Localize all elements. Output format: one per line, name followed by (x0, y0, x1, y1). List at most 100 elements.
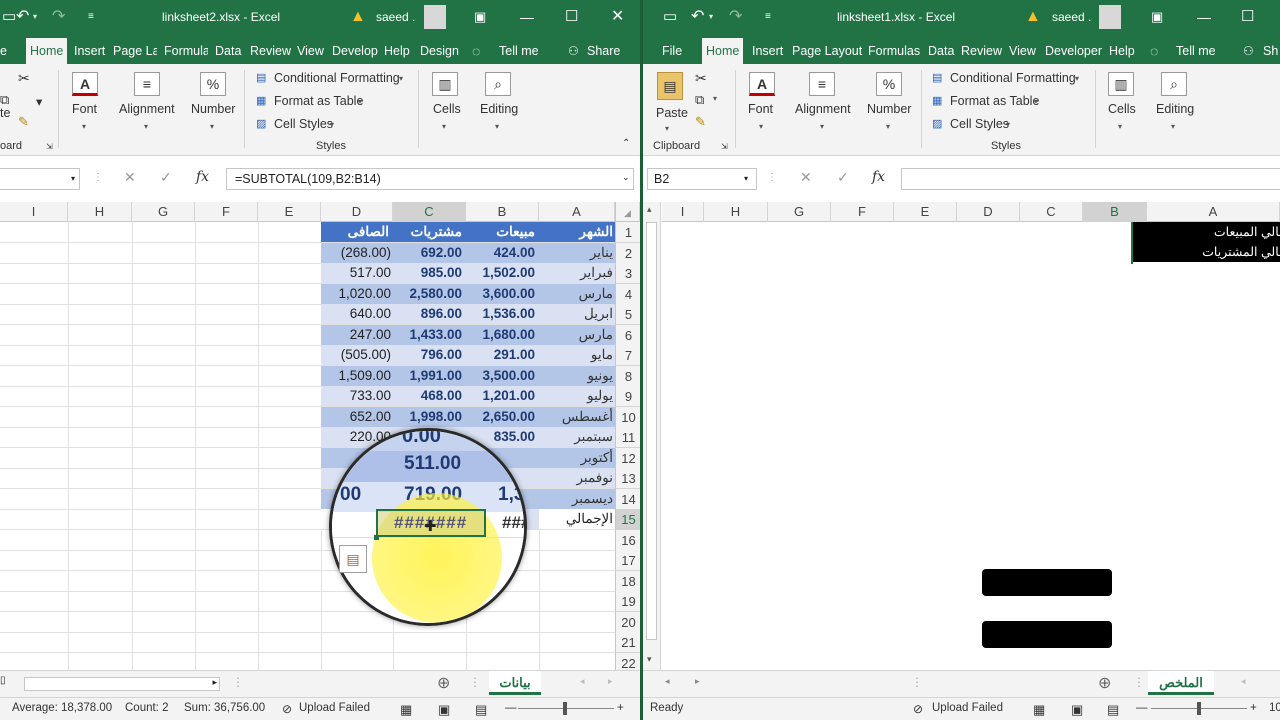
zoom-out-icon[interactable]: — (505, 702, 517, 714)
tab-home[interactable]: Home (26, 38, 68, 64)
col-header-i[interactable]: I (0, 202, 68, 222)
cell-d-row4[interactable]: 1,020.00 (321, 283, 393, 304)
tab-developer[interactable]: Develop (332, 38, 378, 64)
cancel-icon[interactable]: ✕ (124, 169, 136, 186)
row-header-2[interactable]: 2 (615, 242, 640, 264)
cell-styles-button[interactable]: Cell Styles (274, 117, 333, 131)
cells-icon[interactable]: ▥ (1108, 72, 1134, 96)
normal-view-icon[interactable]: ▦ (1033, 702, 1045, 718)
number-group-button[interactable]: Number (191, 102, 235, 116)
font-group-button[interactable]: Font (748, 102, 773, 116)
save-icon[interactable]: ▭ (2, 0, 16, 34)
status-upload-failed[interactable]: Upload Failed (299, 702, 370, 714)
name-box[interactable]: ▾ (0, 168, 80, 190)
cell-a-row22[interactable] (539, 653, 615, 671)
worksheet-grid[interactable]: الصافى مشتريات مبيعات الشهر 1 (268.00) 692.00 4… (0, 222, 640, 670)
cell-a-row11[interactable]: سبتمبر (539, 427, 615, 447)
cell-c-row2[interactable]: 692.00 (393, 242, 466, 263)
row-header-15[interactable]: 15 (615, 509, 640, 530)
cell-a-row20[interactable] (539, 612, 615, 632)
row-header-14[interactable]: 14 (615, 488, 640, 510)
cell-c-row10[interactable]: 1,998.00 (393, 406, 466, 427)
cell-d-row7[interactable]: (505.00) (321, 345, 393, 365)
tab-developer[interactable]: Developer (1045, 38, 1102, 64)
tab-page-layout[interactable]: Page Layout (792, 38, 862, 64)
undo-icon[interactable]: ↶ (16, 0, 29, 34)
dialog-launcher-icon[interactable]: ⇲ (721, 142, 728, 151)
row-header-5[interactable]: 5 (615, 304, 640, 325)
cell-b-row6[interactable]: 1,680.00 (466, 324, 539, 345)
tab-design[interactable]: Design (420, 38, 459, 64)
tab-data[interactable]: Data (215, 38, 241, 64)
cell-a-row18[interactable] (539, 571, 615, 591)
cell-b-row4[interactable]: 3,600.00 (466, 283, 539, 304)
paste-icon[interactable]: ▤ (657, 72, 683, 100)
share-button[interactable]: Sh (1263, 38, 1278, 64)
col-header-c[interactable]: C (393, 202, 466, 222)
scroll-right-icon[interactable]: ▸ (695, 676, 700, 687)
minimize-icon[interactable]: — (1197, 0, 1211, 34)
cell-b-row2[interactable]: 424.00 (466, 242, 539, 263)
cell-c-row4[interactable]: 2,580.00 (393, 283, 466, 304)
cell-b-row8[interactable]: 3,500.00 (466, 365, 539, 386)
undo-dropdown-icon[interactable]: ▾ (33, 0, 37, 34)
maximize-icon[interactable]: ☐ (565, 0, 578, 34)
close-icon[interactable]: ✕ (611, 0, 624, 34)
font-color-icon[interactable]: A (749, 72, 775, 96)
paste-label[interactable]: te (0, 106, 10, 120)
sheet-tab-data[interactable]: بيانات (489, 671, 541, 695)
row-header-20[interactable]: 20 (615, 611, 640, 633)
select-all-corner[interactable]: ◢ (615, 202, 640, 222)
format-as-table-button[interactable]: Format as Table (950, 94, 1039, 108)
cell-b-row9[interactable]: 1,201.00 (466, 386, 539, 406)
cell-a-row5[interactable]: ابريل (539, 304, 615, 324)
row-header-10[interactable]: 10 (615, 406, 640, 428)
cell-d-row22[interactable] (321, 653, 393, 671)
zoom-level[interactable]: 10 (1269, 702, 1280, 714)
cell-b-row3[interactable]: 1,502.00 (466, 263, 539, 283)
tab-file[interactable]: File (662, 38, 682, 64)
col-header-h[interactable]: H (68, 202, 132, 222)
name-box-dropdown-icon[interactable]: ▾ (744, 174, 748, 183)
alignment-group-button[interactable]: Alignment (795, 102, 851, 116)
conditional-formatting-button[interactable]: Conditional Formatting (950, 71, 1076, 85)
formula-input[interactable] (901, 168, 1280, 190)
cell-a-row21[interactable] (539, 632, 615, 652)
row-header-9[interactable]: 9 (615, 386, 640, 407)
row-header-1[interactable]: 1 (615, 222, 640, 243)
cell-b-row10[interactable]: 2,650.00 (466, 406, 539, 427)
cell-a-row14[interactable]: ديسمبر (539, 488, 615, 509)
row-header-22[interactable]: 22 (615, 652, 640, 670)
alignment-icon[interactable]: ≡ (134, 72, 160, 96)
tab-formulas[interactable]: Formula (164, 38, 208, 64)
col-header-g[interactable]: G (132, 202, 195, 222)
collapse-ribbon-icon[interactable]: ⌃ (622, 138, 630, 149)
cell-a-row9[interactable]: يوليو (539, 386, 615, 406)
cell-a-row19[interactable] (539, 591, 615, 611)
expand-formula-icon[interactable]: ⌄ (622, 172, 630, 183)
sheet-tab-summary[interactable]: الملخص (1148, 671, 1214, 695)
cut-icon[interactable]: ✂ (18, 70, 30, 87)
tab-insert[interactable]: Insert (74, 38, 105, 64)
editing-group-button[interactable]: Editing (480, 102, 518, 116)
col-header-c[interactable]: C (1020, 202, 1083, 222)
cells-icon[interactable]: ▥ (432, 72, 458, 96)
zoom-thumb[interactable] (1197, 702, 1201, 715)
cell-c-row5[interactable]: 896.00 (393, 304, 466, 324)
cell-d-row1[interactable]: الصافى (321, 222, 393, 242)
row-header-13[interactable]: 13 (615, 468, 640, 489)
cell-b-row1[interactable]: مبيعات (466, 222, 539, 242)
zoom-thumb[interactable] (563, 702, 567, 715)
editing-search-icon[interactable]: ⌕ (485, 72, 511, 96)
row-header-16[interactable]: 16 (615, 529, 640, 551)
row-header-7[interactable]: 7 (615, 345, 640, 366)
row-header-17[interactable]: 17 (615, 550, 640, 571)
tab-insert[interactable]: Insert (752, 38, 783, 64)
zoom-in-icon[interactable]: + (617, 702, 624, 714)
tab-splitter[interactable]: ⋮ (232, 675, 244, 689)
col-header-d[interactable]: D (321, 202, 393, 222)
copy-icon[interactable]: ⧉ (695, 92, 704, 108)
cell-c-row6[interactable]: 1,433.00 (393, 324, 466, 345)
page-break-view-icon[interactable]: ▤ (475, 702, 487, 718)
format-painter-icon[interactable]: ✎ (695, 114, 706, 130)
